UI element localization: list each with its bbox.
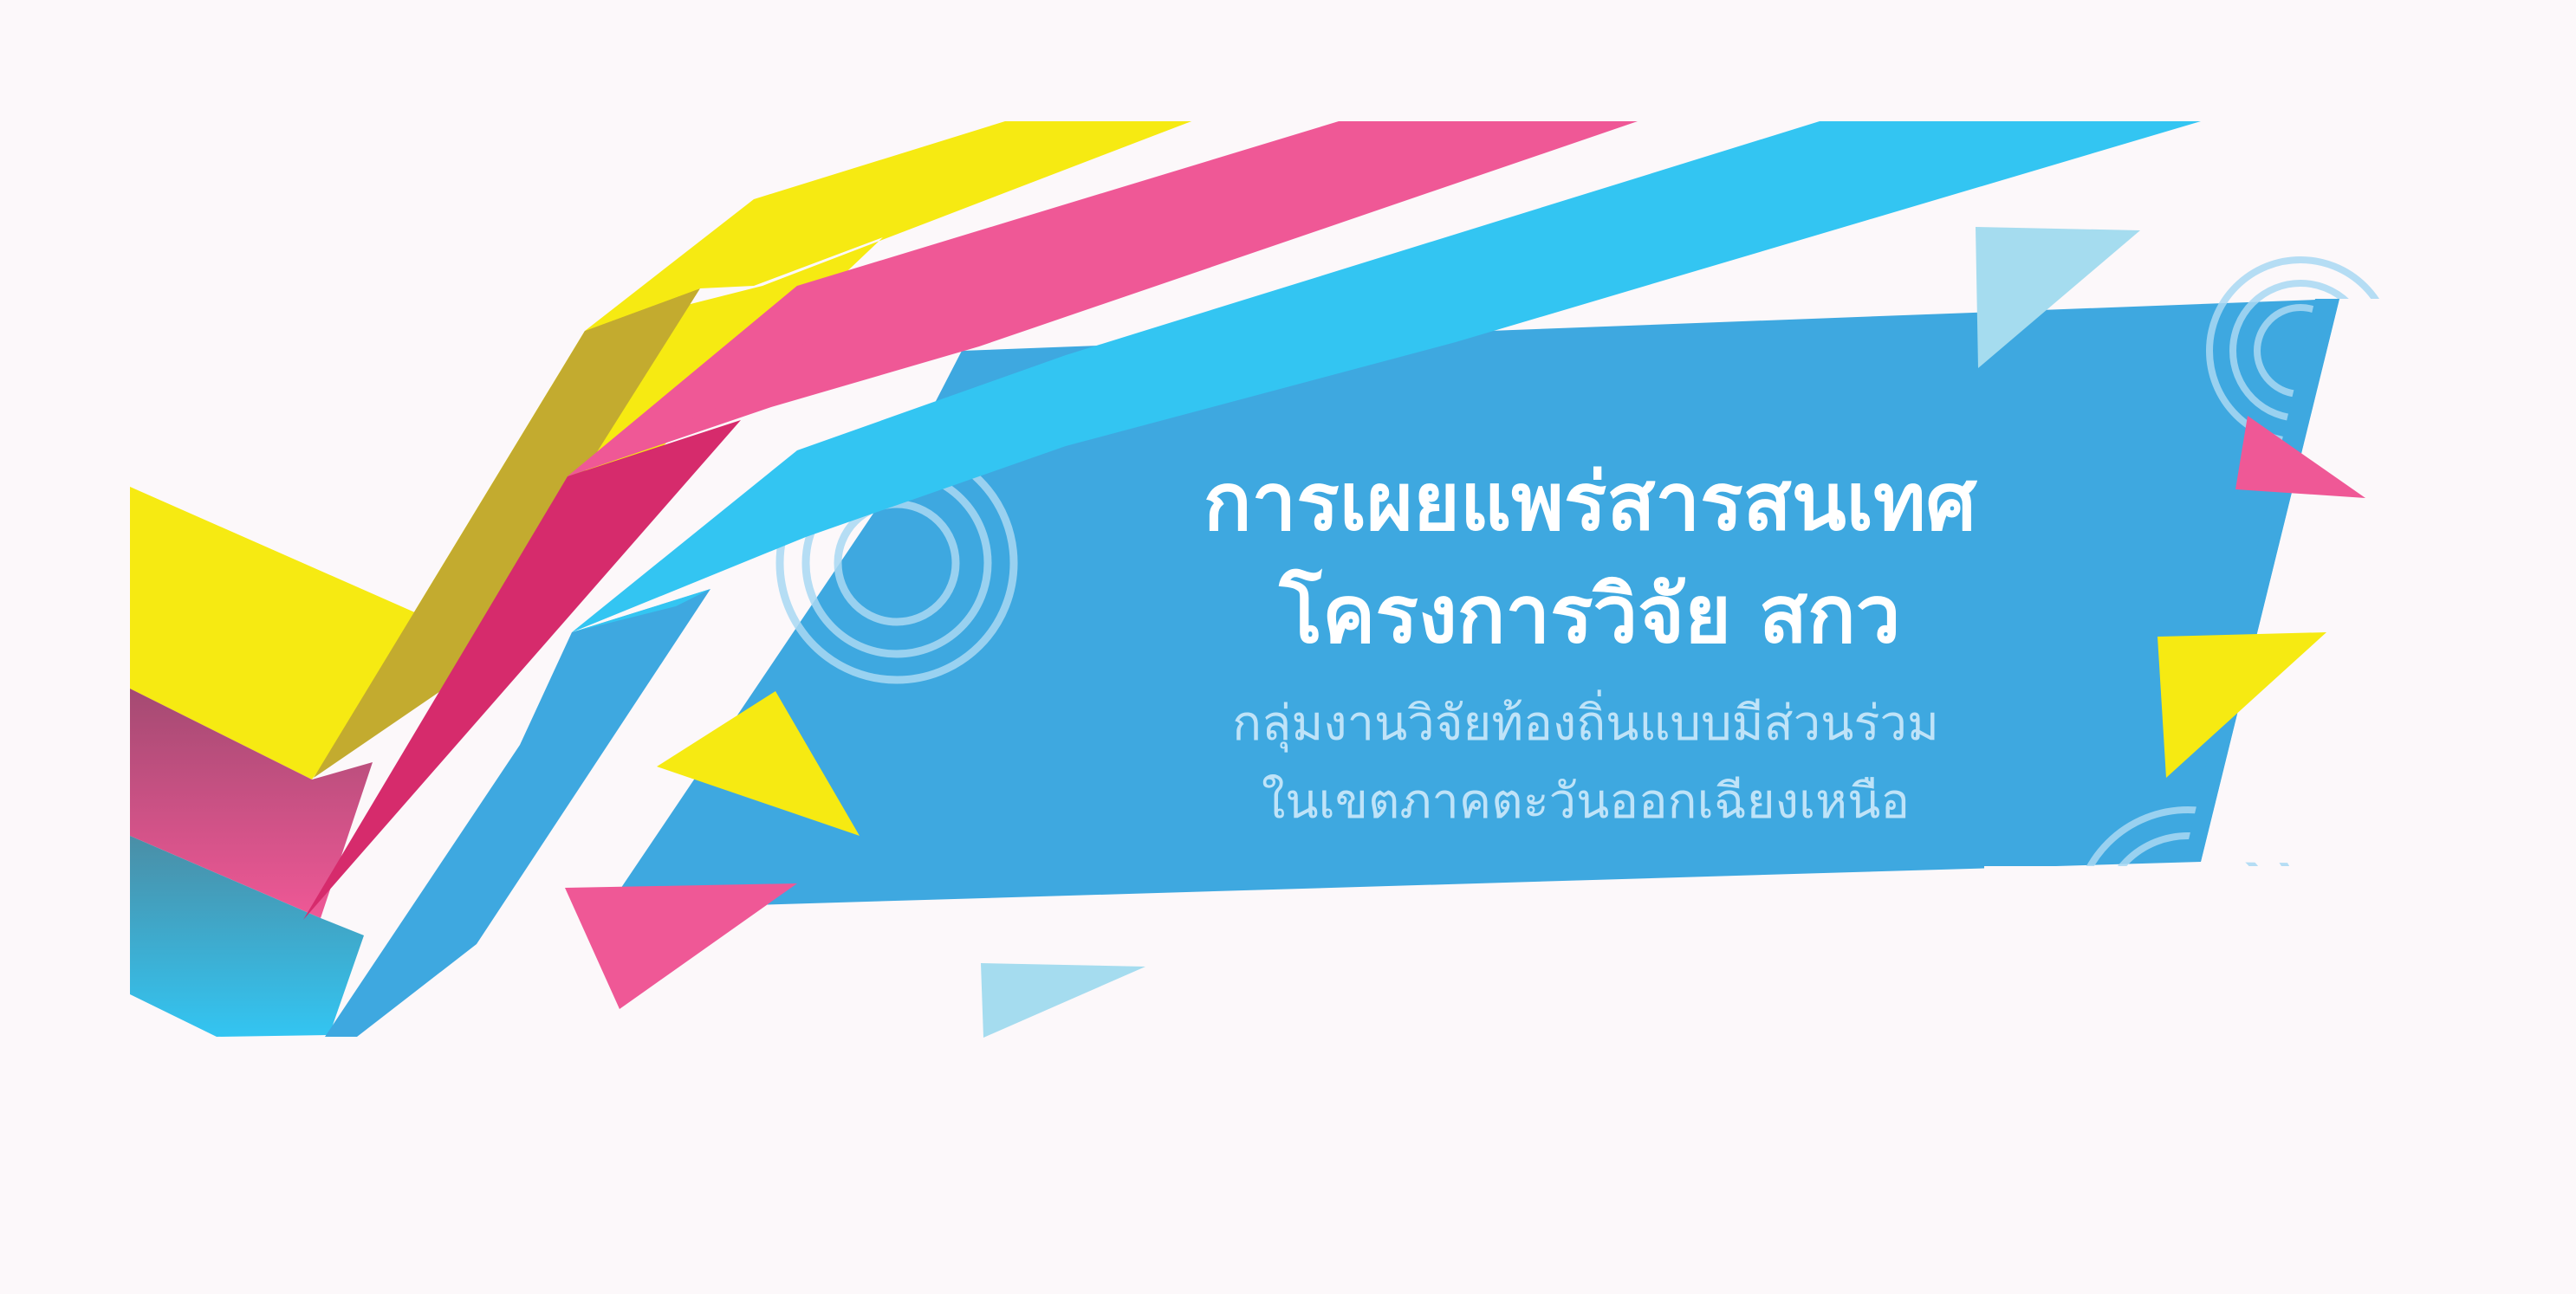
banner: การเผยแพร่สารสนเทศ โครงการวิจัย สกว กลุ่… <box>0 0 2576 1294</box>
yellow-ribbon-fold <box>314 288 700 778</box>
light-blue-triangle-bottom <box>981 963 1145 1038</box>
title-line-2: โครงการวิจัย สกว <box>1279 568 1901 661</box>
pink-triangle-bottom <box>565 883 797 1009</box>
subtitle-line-1: กลุ่มงานวิจัยท้องถิ่นแบบมีส่วนร่วม <box>1232 696 1939 752</box>
subtitle-line-2: ในเขตภาคตะวันออกเฉียงเหนือ <box>1262 773 1910 830</box>
circle-mask <box>1984 866 2331 1083</box>
title-line-1: การเผยแพร่สารสนเทศ <box>1203 456 1977 548</box>
